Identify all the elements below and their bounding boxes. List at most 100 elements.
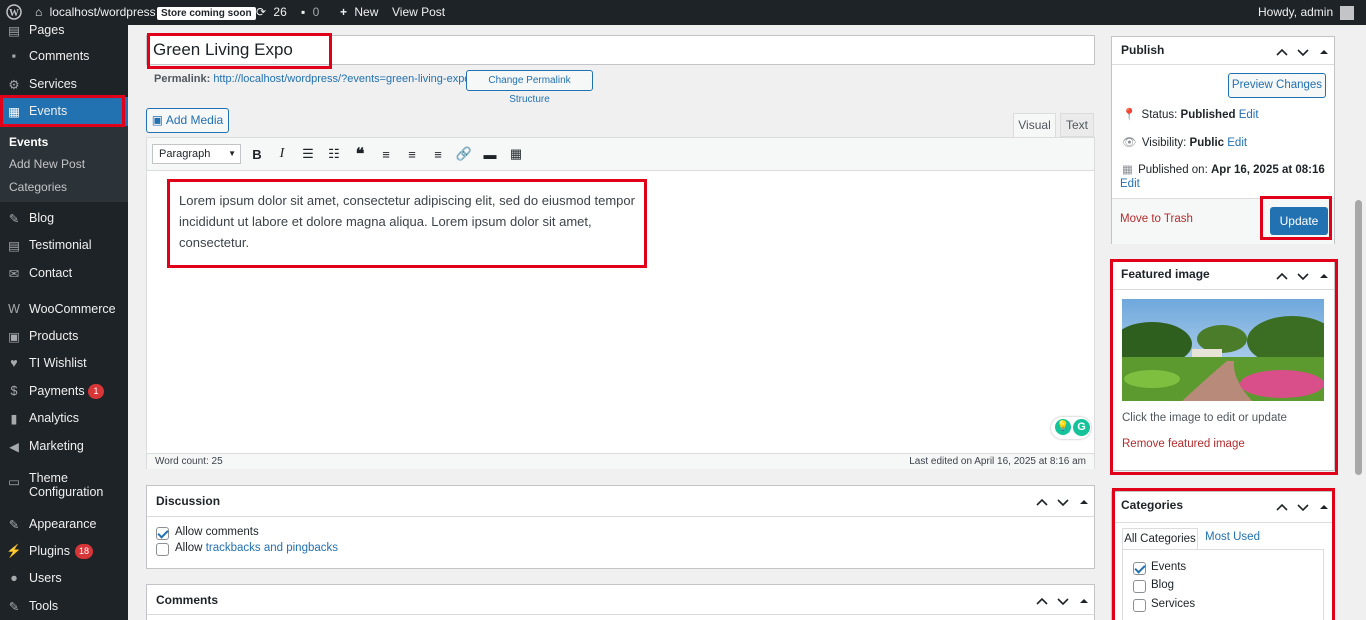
- sidebar-item-theme-configuration[interactable]: ▭ Theme Configuration: [0, 467, 128, 503]
- sidebar-item-comments[interactable]: ▪ Comments: [0, 42, 128, 70]
- view-post-link[interactable]: View Post: [392, 0, 445, 25]
- align-center-icon[interactable]: ≡: [402, 144, 422, 164]
- sidebar-item-appearance[interactable]: ✎ Appearance: [0, 510, 128, 538]
- editor-content[interactable]: Lorem ipsum dolor sit amet, consectetur …: [179, 190, 639, 253]
- sidebar-item-tools[interactable]: ✎ Tools: [0, 592, 128, 620]
- toolbar-toggle-icon[interactable]: ▦: [506, 144, 526, 164]
- edit-date-link[interactable]: Edit: [1120, 178, 1140, 190]
- quote-icon[interactable]: ❝: [350, 144, 370, 164]
- allow-pings-checkbox[interactable]: [156, 543, 169, 556]
- move-down-icon[interactable]: [1296, 45, 1310, 59]
- chevron-down-icon: ▼: [228, 149, 236, 158]
- sidebar-item-payments[interactable]: $ Payments 1: [0, 377, 128, 405]
- store-badge[interactable]: Store coming soon: [157, 0, 256, 25]
- move-down-icon[interactable]: [1056, 495, 1070, 509]
- comments-link[interactable]: ▪ 0: [301, 0, 319, 25]
- submenu-item-categories[interactable]: Categories: [9, 180, 67, 194]
- remove-featured-image-link[interactable]: Remove featured image: [1122, 438, 1245, 450]
- collapse-icon[interactable]: [1317, 45, 1331, 59]
- bold-icon[interactable]: B: [247, 144, 267, 164]
- italic-icon[interactable]: I: [272, 144, 292, 164]
- sidebar-item-services[interactable]: ⚙ Services: [0, 70, 128, 98]
- change-permalink-button[interactable]: Change Permalink Structure: [466, 70, 593, 105]
- sidebar-item-label: Events: [29, 104, 68, 118]
- bullet-list-icon[interactable]: ☰: [298, 144, 318, 164]
- move-down-icon[interactable]: [1056, 594, 1070, 608]
- tab-most-used[interactable]: Most Used: [1205, 531, 1260, 543]
- move-to-trash-link[interactable]: Move to Trash: [1120, 213, 1193, 225]
- collapse-icon[interactable]: [1317, 500, 1331, 514]
- update-button[interactable]: Update: [1270, 207, 1328, 235]
- align-left-icon[interactable]: ≡: [376, 144, 396, 164]
- products-icon: ▣: [8, 329, 20, 344]
- move-up-icon[interactable]: [1275, 500, 1289, 514]
- submenu-item-events[interactable]: Events: [9, 135, 48, 149]
- new-content-link[interactable]: + New: [340, 0, 378, 25]
- numbered-list-icon[interactable]: ☷: [324, 144, 344, 164]
- pages-icon: ▤: [8, 25, 20, 38]
- sidebar-item-label: Contact: [29, 266, 73, 280]
- category-checkbox-services[interactable]: [1133, 599, 1146, 612]
- scrollbar-thumb[interactable]: [1355, 200, 1362, 475]
- media-icon: ▣: [151, 113, 164, 127]
- read-more-icon[interactable]: ▬: [480, 144, 500, 164]
- testimonial-icon: ▤: [8, 238, 20, 253]
- sidebar-item-blog[interactable]: ✎ Blog: [0, 204, 128, 232]
- edit-visibility-link[interactable]: Edit: [1227, 137, 1247, 149]
- grammarly-widget[interactable]: 💡 G: [1051, 417, 1091, 439]
- page-scrollbar[interactable]: [1351, 25, 1366, 620]
- sidebar-item-contact[interactable]: ✉ Contact: [0, 259, 128, 287]
- sidebar-item-products[interactable]: ▣ Products: [0, 322, 128, 350]
- updates-icon: ⟳: [256, 5, 267, 19]
- format-select[interactable]: Paragraph ▼: [152, 144, 241, 164]
- sidebar-item-label: Appearance: [29, 517, 97, 531]
- move-down-icon[interactable]: [1296, 269, 1310, 283]
- category-checkbox-blog[interactable]: [1133, 580, 1146, 593]
- published-row: ▦ Published on: Apr 16, 2025 at 08:16: [1122, 164, 1325, 176]
- gear-icon: ⚙: [8, 77, 20, 92]
- collapse-icon[interactable]: [1077, 594, 1091, 608]
- sidebar-item-analytics[interactable]: ▮ Analytics: [0, 404, 128, 432]
- wordpress-logo-icon[interactable]: W: [6, 0, 22, 25]
- title-field[interactable]: Green Living Expo: [146, 35, 1095, 65]
- tab-visual[interactable]: Visual: [1013, 113, 1056, 138]
- sidebar-item-label: Payments: [29, 384, 85, 398]
- move-up-icon[interactable]: [1275, 269, 1289, 283]
- my-account-link[interactable]: Howdy, admin: [1258, 0, 1355, 25]
- sidebar-item-testimonial[interactable]: ▤ Testimonial: [0, 231, 128, 259]
- permalink-url[interactable]: http://localhost/wordpress/?events=green…: [213, 73, 470, 85]
- sidebar-item-ti-wishlist[interactable]: ♥ TI Wishlist: [0, 349, 128, 377]
- move-down-icon[interactable]: [1296, 500, 1310, 514]
- avatar: [1340, 5, 1355, 20]
- site-name-link[interactable]: ⌂ localhost/wordpress: [35, 0, 156, 25]
- sidebar-item-plugins[interactable]: ⚡ Plugins 18: [0, 537, 128, 565]
- edit-status-link[interactable]: Edit: [1239, 109, 1259, 121]
- submenu-item-add-new-post[interactable]: Add New Post: [9, 157, 85, 171]
- category-checkbox-events[interactable]: [1133, 562, 1146, 575]
- tab-text[interactable]: Text: [1060, 113, 1094, 137]
- eye-icon: 👁: [1122, 137, 1137, 149]
- move-up-icon[interactable]: [1035, 594, 1049, 608]
- collapse-icon[interactable]: [1077, 495, 1091, 509]
- comments-title: Comments: [156, 593, 219, 607]
- events-icon: ▦: [8, 104, 20, 119]
- collapse-icon[interactable]: [1317, 269, 1331, 283]
- add-media-button[interactable]: ▣ Add Media: [146, 108, 229, 133]
- link-icon[interactable]: 🔗: [454, 144, 474, 164]
- move-up-icon[interactable]: [1035, 495, 1049, 509]
- sidebar-item-woocommerce[interactable]: W WooCommerce: [0, 295, 128, 323]
- trackbacks-link[interactable]: trackbacks and pingbacks: [206, 542, 338, 554]
- post-title[interactable]: Green Living Expo: [153, 40, 293, 60]
- discussion-title: Discussion: [156, 494, 221, 508]
- sidebar-item-users[interactable]: ● Users: [0, 564, 128, 592]
- align-right-icon[interactable]: ≡: [428, 144, 448, 164]
- featured-image-garden[interactable]: [1122, 299, 1324, 401]
- updates-link[interactable]: ⟳ 26: [256, 0, 287, 25]
- move-up-icon[interactable]: [1275, 45, 1289, 59]
- sidebar-item-marketing[interactable]: ◀ Marketing: [0, 432, 128, 460]
- plus-icon: +: [340, 5, 348, 19]
- preview-changes-button[interactable]: Preview Changes: [1228, 73, 1326, 98]
- sidebar-item-events[interactable]: ▦ Events: [0, 97, 128, 127]
- allow-comments-checkbox[interactable]: [156, 527, 169, 540]
- tab-all-categories[interactable]: All Categories: [1122, 528, 1198, 549]
